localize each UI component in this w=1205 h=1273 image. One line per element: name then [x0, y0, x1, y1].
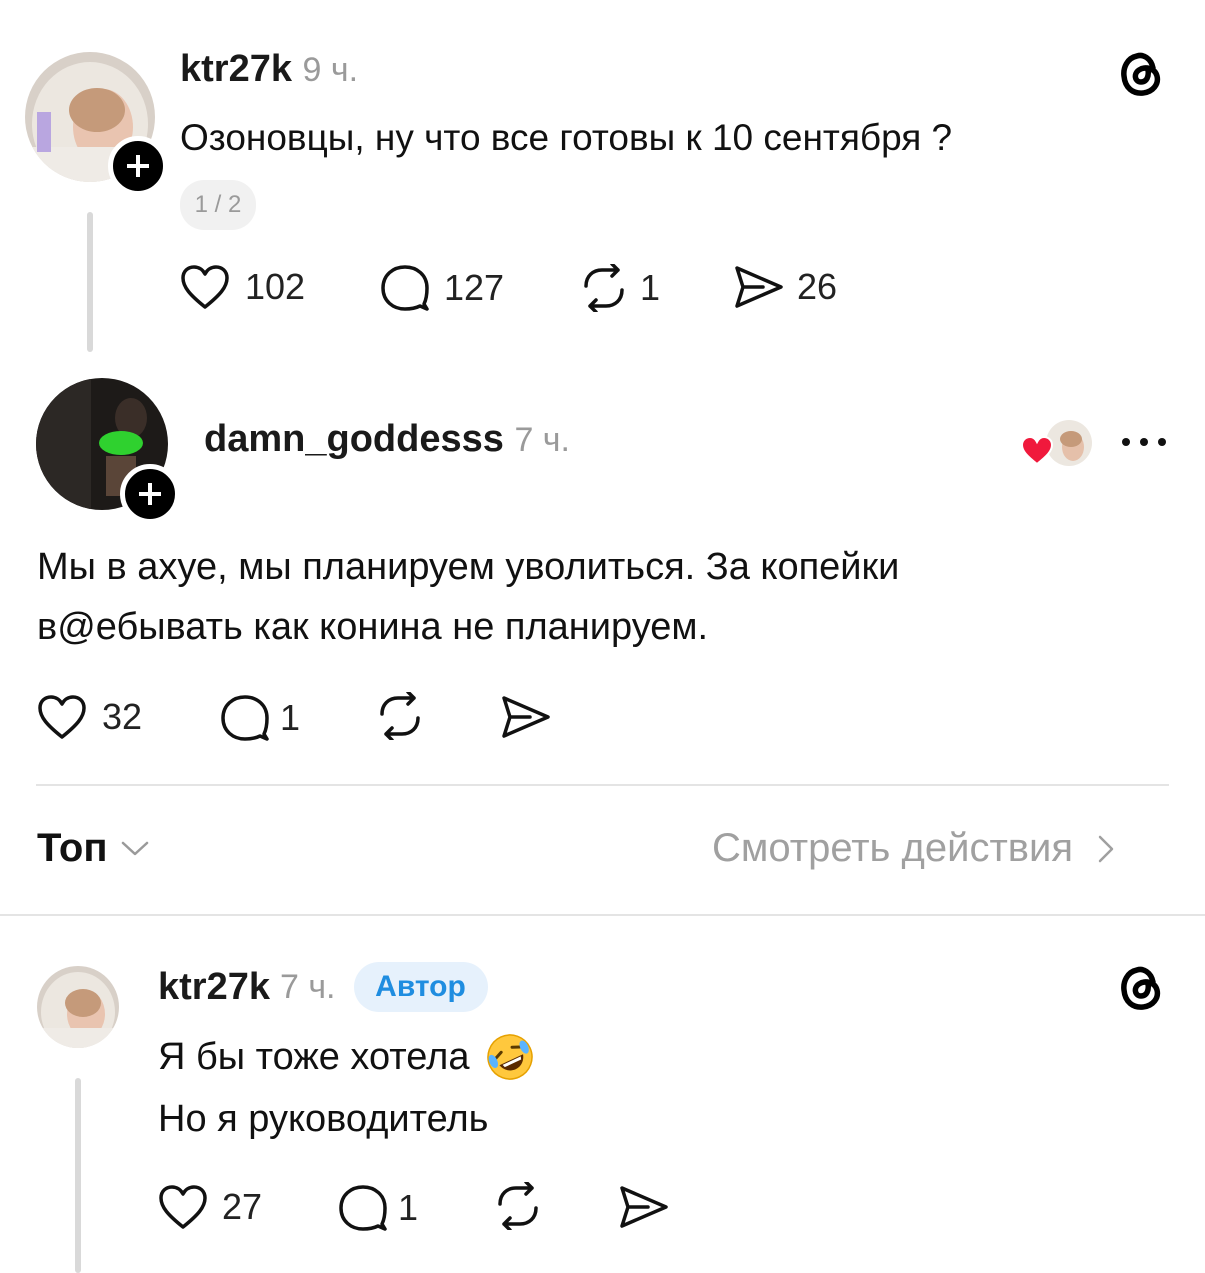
like-count: 102 — [245, 266, 306, 307]
plus-icon — [139, 483, 161, 505]
repost-icon — [498, 1182, 538, 1230]
divider — [0, 914, 1205, 916]
more-options-button[interactable] — [1120, 436, 1168, 448]
post-text: Озоновцы, ну что все готовы к 10 сентябр… — [180, 117, 953, 158]
share-count: 26 — [797, 266, 838, 307]
view-activity-link[interactable]: Смотреть действия — [712, 826, 1115, 871]
view-activity-label: Смотреть действия — [712, 826, 1074, 870]
share-button[interactable]: 26 — [733, 264, 837, 310]
reply-text-line1: Мы в ахуе, мы планируем уволиться. За ко… — [37, 546, 900, 588]
sort-dropdown[interactable]: Топ — [37, 826, 150, 871]
divider — [36, 784, 1169, 786]
reply-time: 7 ч. — [514, 421, 570, 459]
comment-button[interactable]: 127 — [380, 264, 504, 312]
heart-icon — [159, 1185, 207, 1229]
username[interactable]: damn_goddesss — [204, 418, 504, 460]
username[interactable]: ktr27k — [158, 966, 270, 1009]
page-indicator[interactable]: 1 / 2 — [180, 180, 256, 230]
chevron-down-icon — [121, 841, 148, 855]
comment-icon — [339, 1185, 387, 1231]
send-icon — [502, 696, 550, 738]
comment-icon — [221, 695, 269, 741]
like-button[interactable]: 27 — [158, 1184, 262, 1230]
rofl-emoji: 🤣 — [485, 1032, 535, 1082]
repost-icon — [584, 264, 624, 312]
repost-button[interactable] — [374, 692, 426, 740]
heart-filled-icon — [1020, 436, 1054, 466]
chevron-right-icon — [1098, 835, 1114, 862]
avatar[interactable] — [37, 966, 119, 1048]
share-button[interactable] — [500, 694, 552, 740]
comment-count: 127 — [444, 267, 505, 308]
sort-label: Топ — [37, 826, 108, 870]
like-count: 32 — [102, 696, 143, 737]
heart-icon — [181, 265, 229, 309]
repost-button[interactable]: 1 — [578, 264, 660, 312]
author-badge: Автор — [353, 962, 488, 1012]
comment-count: 1 — [280, 697, 301, 738]
send-icon — [620, 1186, 668, 1228]
comment-button[interactable]: 1 — [220, 694, 300, 742]
post-time: 9 ч. — [302, 51, 359, 89]
reply-text-line1: Я бы тоже хотела — [158, 1035, 470, 1078]
reply-text-line2: Но я руководитель — [158, 1098, 489, 1140]
threads-logo-icon[interactable] — [1115, 48, 1167, 100]
plus-icon — [127, 155, 149, 177]
follow-plus-button[interactable] — [108, 136, 168, 196]
repost-count: 1 — [640, 267, 661, 308]
follow-plus-button[interactable] — [120, 464, 180, 524]
like-button[interactable]: 32 — [37, 694, 142, 740]
repost-icon — [380, 692, 420, 740]
comment-icon — [381, 265, 429, 311]
username[interactable]: ktr27k — [180, 48, 292, 90]
author-liked-indicator — [1020, 418, 1094, 468]
reply-time: 7 ч. — [279, 967, 336, 1006]
comment-button[interactable]: 1 — [338, 1184, 418, 1232]
reply-text-line2: в@ебывать как конина не планируем. — [37, 606, 709, 648]
thread-line — [87, 212, 93, 352]
thread-line — [75, 1078, 81, 1273]
repost-button[interactable] — [492, 1182, 544, 1230]
share-button[interactable] — [618, 1184, 670, 1230]
like-button[interactable]: 102 — [180, 264, 305, 310]
like-count: 27 — [222, 1186, 263, 1227]
ellipsis-icon — [1122, 438, 1166, 446]
send-icon — [735, 266, 783, 308]
comment-count: 1 — [398, 1187, 419, 1228]
heart-icon — [38, 695, 86, 739]
threads-logo-icon[interactable] — [1115, 962, 1167, 1014]
